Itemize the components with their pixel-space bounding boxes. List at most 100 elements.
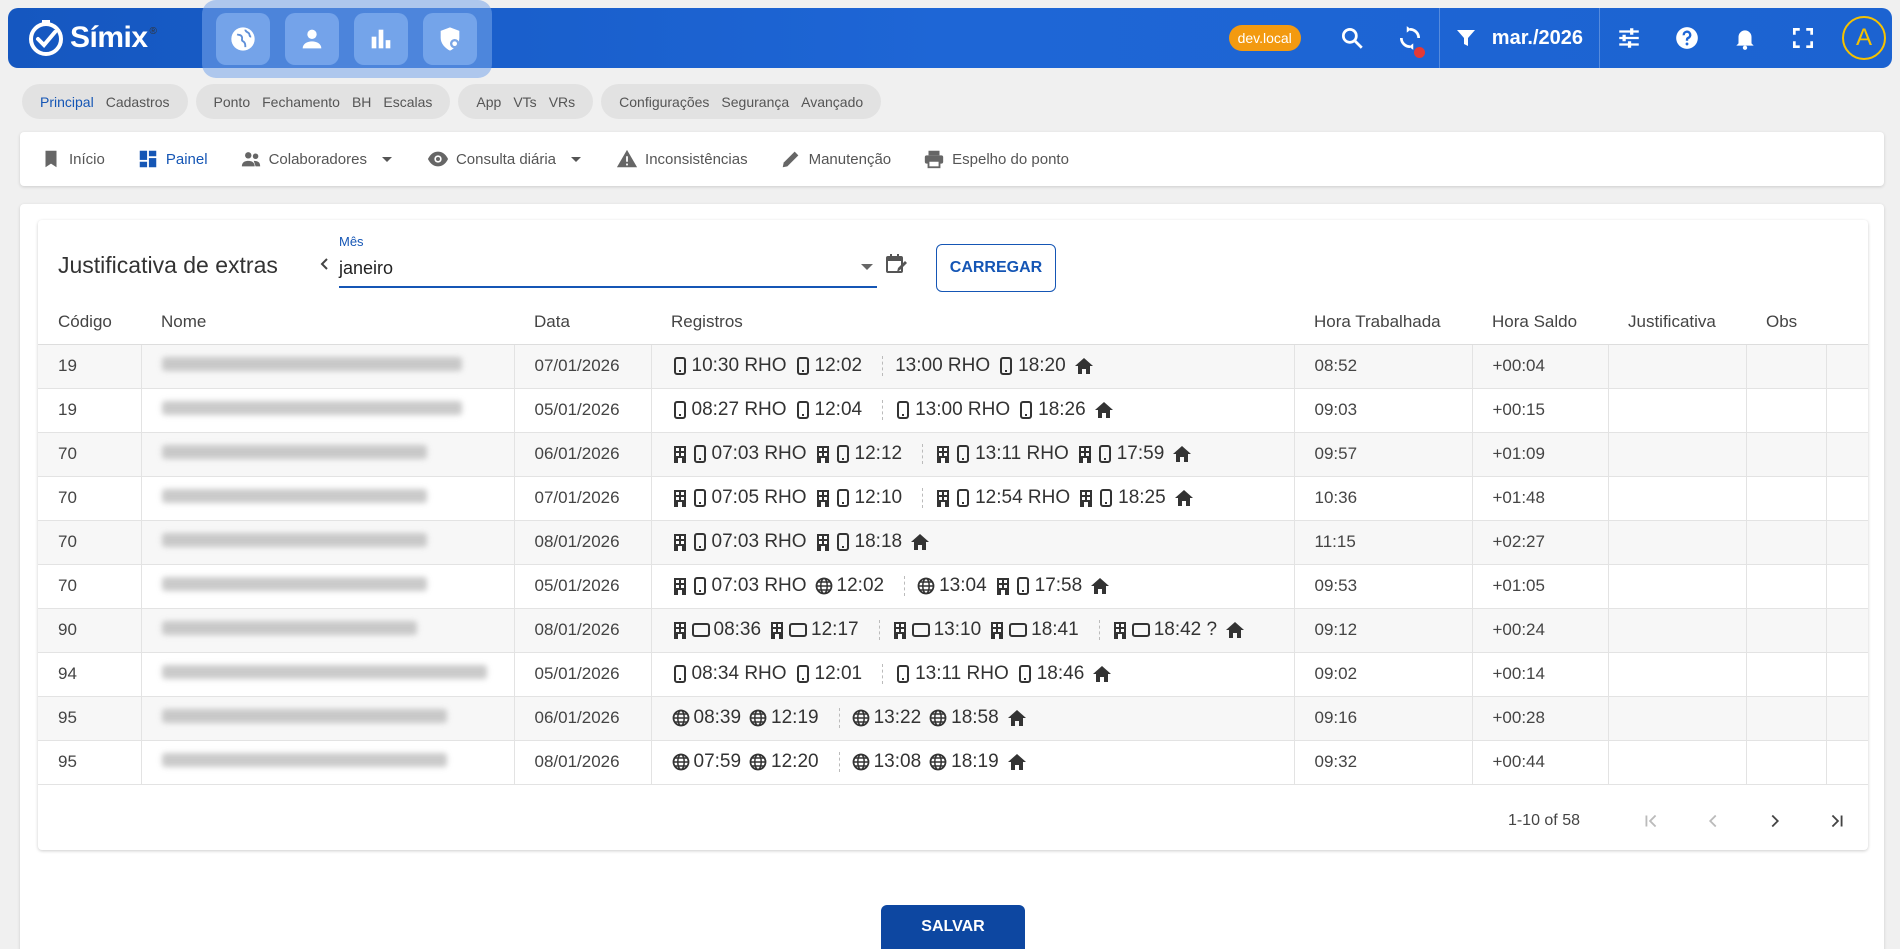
home-icon [1091, 578, 1110, 594]
help-button[interactable] [1658, 8, 1716, 68]
chip-avancado[interactable]: Avançado [801, 94, 863, 110]
cell-codigo: 95 [38, 740, 142, 785]
search-button[interactable] [1323, 8, 1381, 68]
punch-time: 18:26 [1038, 399, 1086, 420]
table-row[interactable]: 19 05/01/2026 08:27 RHO 12:04 13:00 RHO 18:26… [38, 388, 1868, 433]
cell-obs[interactable] [1746, 476, 1827, 521]
cell-obs[interactable] [1746, 344, 1827, 389]
quick-shield-button[interactable] [423, 13, 477, 65]
table-row[interactable]: 95 08/01/2026 07:59 12:20 13:08 18:19 09:32 +00… [38, 740, 1868, 785]
cell-obs[interactable] [1746, 388, 1827, 433]
cell-justificativa[interactable] [1608, 740, 1747, 785]
nav-inconsistencias[interactable]: Inconsistências [616, 148, 748, 170]
cell-obs[interactable] [1746, 740, 1827, 785]
chip-ponto[interactable]: Ponto [214, 94, 251, 110]
chip-fechamento[interactable]: Fechamento [262, 94, 340, 110]
chip-escalas[interactable]: Escalas [383, 94, 432, 110]
table-row[interactable]: 90 08/01/2026 08:36 12:17 13:10 18:41 18:42 ? 0… [38, 608, 1868, 653]
chevron-left-icon[interactable] [316, 255, 334, 273]
col-registros[interactable]: Registros [651, 300, 1294, 345]
app-logo[interactable]: Símix ® [26, 18, 157, 58]
nav-inicio[interactable]: Início [40, 148, 105, 170]
phone-icon [673, 357, 686, 375]
nav-manutencao[interactable]: Manutenção [780, 148, 891, 170]
table-body: 19 07/01/2026 10:30 RHO 12:02 13:00 RHO 18:20… [38, 344, 1868, 785]
col-data[interactable]: Data [514, 300, 651, 345]
fullscreen-button[interactable] [1774, 8, 1832, 68]
month-select[interactable]: Mês janeiro [339, 232, 877, 288]
col-obs[interactable]: Obs [1746, 300, 1826, 345]
phone-icon [1100, 489, 1113, 507]
chip-vrs[interactable]: VRs [549, 94, 575, 110]
cell-justificativa[interactable] [1608, 344, 1747, 389]
table-row[interactable]: 94 05/01/2026 08:34 RHO 12:01 13:11 RHO 18:46… [38, 652, 1868, 697]
nav-colaboradores[interactable]: Colaboradores [240, 148, 395, 170]
nav-inicio-label: Início [69, 150, 105, 168]
cell-nome-redacted [141, 608, 515, 653]
last-page-button[interactable] [1806, 792, 1868, 850]
nav-consulta-diaria[interactable]: Consulta diária [427, 148, 584, 170]
chevron-down-icon[interactable] [568, 151, 584, 167]
settings-tune-button[interactable] [1600, 8, 1658, 68]
first-page-button[interactable] [1620, 792, 1682, 850]
cell-obs[interactable] [1746, 432, 1827, 477]
cell-obs[interactable] [1746, 520, 1827, 565]
quick-person-button[interactable] [285, 13, 339, 65]
col-codigo[interactable]: Código [38, 300, 141, 345]
notifications-button[interactable] [1716, 8, 1774, 68]
table-row[interactable]: 19 07/01/2026 10:30 RHO 12:02 13:00 RHO 18:20… [38, 344, 1868, 389]
punch-records: 08:39 12:19 13:22 18:58 [672, 707, 1294, 729]
quick-globe-button[interactable] [216, 13, 270, 65]
table-row[interactable]: 70 05/01/2026 07:03 RHO 12:02 13:04 17:58 09:5… [38, 564, 1868, 609]
chevron-down-icon[interactable] [379, 151, 395, 167]
cell-justificativa[interactable] [1608, 476, 1747, 521]
cell-obs[interactable] [1746, 696, 1827, 741]
prev-page-button[interactable] [1682, 792, 1744, 850]
period-filter[interactable]: mar./2026 [1438, 8, 1600, 68]
chip-bh[interactable]: BH [352, 94, 371, 110]
table-row[interactable]: 70 07/01/2026 07:05 RHO 12:10 12:54 RHO 18:25… [38, 476, 1868, 521]
quick-chart-button[interactable] [354, 13, 408, 65]
cell-obs[interactable] [1746, 564, 1827, 609]
save-button[interactable]: SALVAR [881, 905, 1025, 949]
cell-obs[interactable] [1746, 652, 1827, 697]
table-row[interactable]: 70 08/01/2026 07:03 RHO 18:18 11:15 +02:27 [38, 520, 1868, 565]
col-hora-trabalhada[interactable]: Hora Trabalhada [1294, 300, 1472, 345]
chip-principal[interactable]: Principal [40, 94, 94, 110]
cell-justificativa[interactable] [1608, 652, 1747, 697]
table-row[interactable]: 95 06/01/2026 08:39 12:19 13:22 18:58 09:16 +00… [38, 696, 1868, 741]
sync-button[interactable] [1381, 8, 1439, 68]
load-button[interactable]: CARREGAR [936, 244, 1056, 292]
cell-justificativa[interactable] [1608, 388, 1747, 433]
table-row[interactable]: 70 06/01/2026 07:03 RHO 12:12 13:11 RHO 17:59… [38, 432, 1868, 477]
cell-justificativa[interactable] [1608, 564, 1747, 609]
punch-time: 08:27 RHO [691, 399, 787, 420]
cell-nome-redacted [141, 388, 515, 433]
user-avatar[interactable]: A [1842, 16, 1886, 60]
punch-pair: 08:36 12:17 [672, 619, 867, 641]
col-nome[interactable]: Nome [141, 300, 514, 345]
cell-justificativa[interactable] [1608, 696, 1747, 741]
cell-obs[interactable] [1746, 608, 1827, 653]
building-icon [673, 490, 686, 507]
cell-justificativa[interactable] [1608, 432, 1747, 477]
chip-app[interactable]: App [476, 94, 501, 110]
phone-icon [1020, 401, 1033, 419]
col-justificativa[interactable]: Justificativa [1608, 300, 1746, 345]
chip-vts[interactable]: VTs [513, 94, 536, 110]
chip-configuracoes[interactable]: Configurações [619, 94, 709, 110]
col-hora-saldo[interactable]: Hora Saldo [1472, 300, 1608, 345]
cell-justificativa[interactable] [1608, 520, 1747, 565]
cell-registros: 08:27 RHO 12:04 13:00 RHO 18:26 [651, 388, 1295, 433]
punch-time: 07:59 [693, 751, 742, 772]
chip-seguranca[interactable]: Segurança [721, 94, 789, 110]
cell-justificativa[interactable] [1608, 608, 1747, 653]
chip-cadastros[interactable]: Cadastros [106, 94, 170, 110]
nav-painel[interactable]: Painel [137, 148, 208, 170]
table-toolbar: Justificativa de extras Mês janeiro CARR… [38, 220, 1868, 300]
nav-espelho-ponto[interactable]: Espelho do ponto [923, 148, 1069, 170]
redacted-name [161, 577, 427, 591]
next-page-button[interactable] [1744, 792, 1806, 850]
building-icon [1113, 622, 1126, 639]
calendar-edit-icon[interactable] [884, 252, 908, 276]
